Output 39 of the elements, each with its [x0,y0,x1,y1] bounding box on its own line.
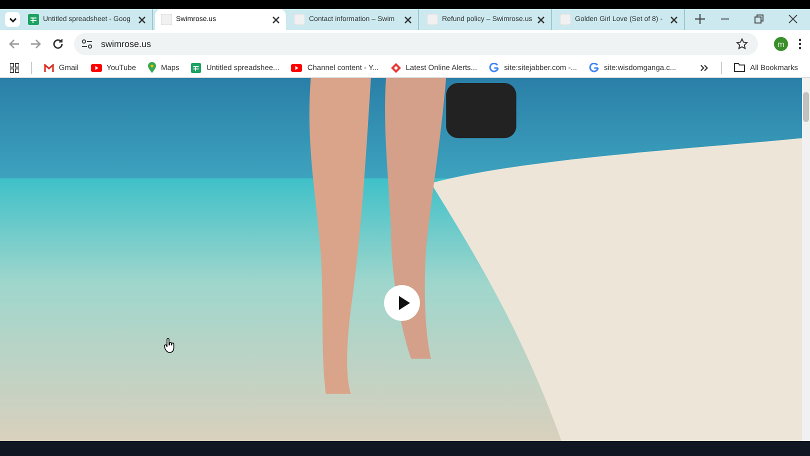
diamond-icon [390,62,401,72]
page-icon [294,14,305,25]
play-icon [396,295,410,311]
spreadsheet-icon [28,14,39,25]
url-text: swimrose.us [101,39,152,49]
hand-cursor-icon [164,338,176,353]
address-bar[interactable]: swimrose.us [74,33,758,55]
camera-drawing [446,83,516,138]
close-icon[interactable] [788,14,798,24]
close-icon[interactable] [272,16,280,24]
letter-g-icon [489,62,500,72]
new-tab-icon[interactable] [695,14,705,24]
page-icon [427,14,438,25]
back-arrow-icon[interactable] [8,38,20,50]
double-chevron-icon[interactable] [700,64,710,72]
forward-arrow-icon[interactable] [30,38,42,50]
page-icon [560,14,571,25]
restore-icon[interactable] [754,14,764,24]
scrollbar-thumb[interactable] [803,92,809,122]
close-icon[interactable] [138,16,146,24]
map-pin-icon [148,62,156,73]
letter-g-icon [589,62,600,72]
envelope-icon [44,64,54,72]
close-icon[interactable] [404,16,412,24]
tab-search-button[interactable] [5,12,20,27]
spreadsheet-icon [191,62,202,72]
play-icon [90,64,102,72]
folder-icon [734,63,746,72]
play-icon [291,64,302,72]
close-icon[interactable] [537,16,545,24]
apps-grid-icon[interactable] [10,62,20,72]
page-icon [161,14,172,25]
close-icon[interactable] [670,16,678,24]
profile-avatar[interactable]: m [774,37,788,51]
site-settings-icon[interactable] [81,38,93,50]
menu-icon[interactable] [798,38,802,50]
star-icon[interactable] [736,38,748,50]
reload-icon[interactable] [52,38,64,50]
scrollbar[interactable] [802,78,810,441]
